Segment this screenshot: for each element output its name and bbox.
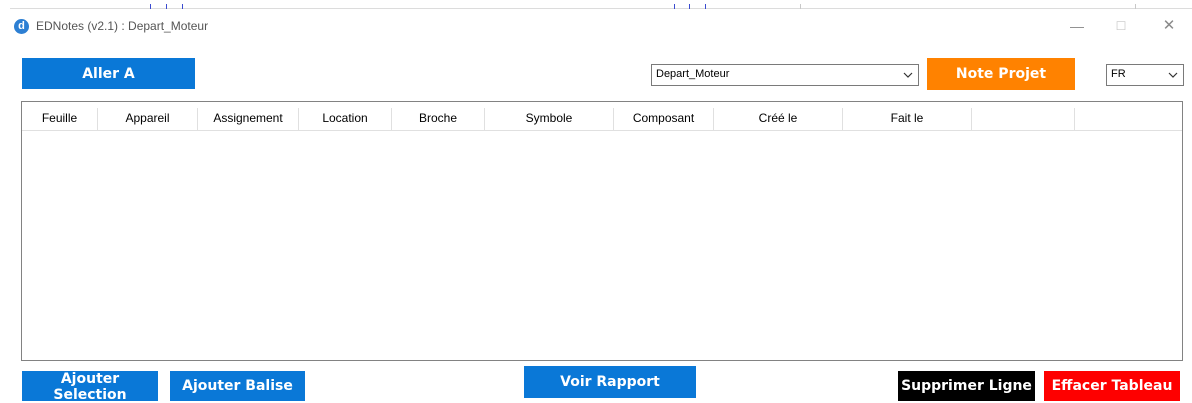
- background-line: [10, 8, 1192, 9]
- table-header: Feuille Appareil Assignement Location Br…: [22, 108, 1182, 131]
- background-tick: [674, 4, 675, 9]
- column-header-extra-2[interactable]: [1075, 108, 1182, 130]
- notes-table[interactable]: Feuille Appareil Assignement Location Br…: [21, 101, 1183, 361]
- view-report-button[interactable]: Voir Rapport: [524, 366, 696, 398]
- column-header-appareil[interactable]: Appareil: [98, 108, 198, 130]
- goto-button[interactable]: Aller A: [22, 58, 195, 89]
- language-select-value: FR: [1111, 68, 1126, 80]
- column-header-broche[interactable]: Broche: [392, 108, 485, 130]
- column-header-location[interactable]: Location: [299, 108, 392, 130]
- window-title: EDNotes (v2.1) : Depart_Moteur: [36, 19, 209, 33]
- minimize-icon[interactable]: —: [1062, 14, 1092, 38]
- column-header-symbole[interactable]: Symbole: [485, 108, 614, 130]
- add-tag-button[interactable]: Ajouter Balise: [170, 371, 305, 401]
- background-tick: [800, 4, 801, 9]
- delete-row-button[interactable]: Supprimer Ligne: [898, 371, 1035, 401]
- column-header-fait-le[interactable]: Fait le: [843, 108, 972, 130]
- clear-table-button[interactable]: Effacer Tableau: [1044, 371, 1180, 401]
- app-logo-icon: d: [14, 19, 29, 34]
- column-header-extra-1[interactable]: [972, 108, 1075, 130]
- background-tick: [689, 4, 690, 9]
- background-tick: [166, 4, 167, 9]
- background-app-strip: [0, 0, 1192, 9]
- background-tick: [1135, 4, 1136, 9]
- project-select-value: Depart_Moteur: [656, 68, 730, 80]
- column-header-feuille[interactable]: Feuille: [22, 108, 98, 130]
- column-header-composant[interactable]: Composant: [614, 108, 714, 130]
- chevron-down-icon: [903, 72, 913, 78]
- chevron-down-icon: [1168, 72, 1178, 78]
- project-note-button[interactable]: Note Projet: [927, 58, 1075, 90]
- background-tick: [150, 4, 151, 9]
- column-header-assignement[interactable]: Assignement: [198, 108, 299, 130]
- language-select[interactable]: FR: [1106, 64, 1184, 86]
- maximize-icon[interactable]: ☐: [1106, 14, 1136, 38]
- column-header-cree-le[interactable]: Créé le: [714, 108, 843, 130]
- add-selection-button[interactable]: Ajouter Selection: [22, 371, 158, 403]
- background-tick: [705, 4, 706, 9]
- project-select[interactable]: Depart_Moteur: [651, 64, 919, 86]
- close-icon[interactable]: ✕: [1154, 14, 1184, 38]
- background-tick: [182, 4, 183, 9]
